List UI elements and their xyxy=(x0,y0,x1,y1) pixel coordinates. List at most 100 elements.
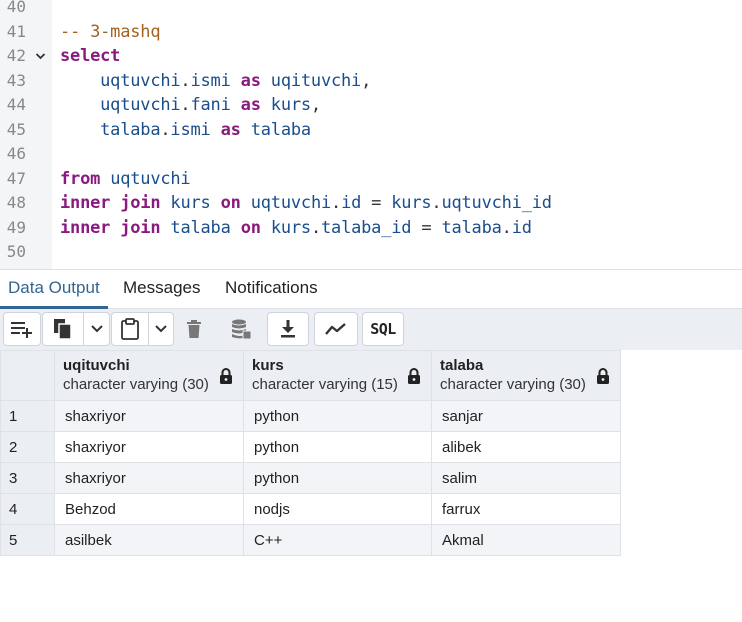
table-cell[interactable]: Akmal xyxy=(431,524,621,556)
code-line[interactable]: 43 uqtuvchi.ismi as uqituvchi, xyxy=(0,69,742,94)
copy-icon xyxy=(53,318,73,340)
chevron-down-icon xyxy=(154,324,168,334)
row-number[interactable]: 4 xyxy=(0,493,55,525)
code-text: talaba.ismi as talaba xyxy=(60,118,311,143)
tab-messages[interactable]: Messages xyxy=(115,270,208,309)
graph-icon xyxy=(324,321,348,337)
code-token: talaba xyxy=(250,119,311,140)
tab-notifications[interactable]: Notifications xyxy=(217,270,326,309)
download-button[interactable] xyxy=(268,313,308,345)
code-token: inner xyxy=(60,193,111,213)
code-line[interactable]: 48 inner join kurs on uqtuvchi.id = kurs.… xyxy=(0,191,742,216)
sql-group: SQL xyxy=(362,312,404,346)
add-row-button[interactable] xyxy=(4,313,40,345)
code-line[interactable]: 47 from uqtuvchi xyxy=(0,167,742,192)
fold-chevron-icon[interactable] xyxy=(33,44,47,69)
line-number: 43 xyxy=(6,70,26,90)
code-token: as xyxy=(240,95,261,115)
table-cell[interactable]: alibek xyxy=(431,431,621,463)
add-row-group xyxy=(3,312,41,346)
table-cell[interactable]: python xyxy=(243,400,432,432)
code-line[interactable]: 42 select xyxy=(0,44,742,69)
table-row[interactable]: 3 shaxriyor python salim xyxy=(0,462,621,494)
tab-data-output[interactable]: Data Output xyxy=(0,270,108,309)
result-grid[interactable]: uqituvchi character varying (30) kurs ch… xyxy=(0,350,621,556)
row-number-header[interactable] xyxy=(0,350,55,401)
grid-header-row: uqituvchi character varying (30) kurs ch… xyxy=(0,350,621,401)
code-line[interactable]: 45 talaba.ismi as talaba xyxy=(0,118,742,143)
table-cell[interactable]: nodjs xyxy=(243,493,432,525)
code-text: uqtuvchi.fani as kurs, xyxy=(60,93,321,118)
code-line[interactable]: 50 xyxy=(0,240,742,265)
row-number[interactable]: 3 xyxy=(0,462,55,494)
column-type: character varying (30) xyxy=(440,376,586,393)
code-line[interactable]: 41 -- 3-mashq xyxy=(0,20,742,45)
table-cell[interactable]: shaxriyor xyxy=(54,431,244,463)
table-cell[interactable]: C++ xyxy=(243,524,432,556)
column-header-uqituvchi[interactable]: uqituvchi character varying (30) xyxy=(54,350,244,401)
data-output-toolbar: SQL xyxy=(0,309,742,350)
table-cell[interactable]: shaxriyor xyxy=(54,462,244,494)
paste-icon xyxy=(120,318,140,340)
sql-icon: SQL xyxy=(370,320,396,338)
code-token: = xyxy=(361,193,392,213)
sql-editor[interactable]: 40 41 -- 3-mashq 42 select 43 uqtuvchi.ismi a… xyxy=(0,0,742,269)
code-token: id xyxy=(511,217,532,238)
row-number[interactable]: 1 xyxy=(0,400,55,432)
row-number[interactable]: 5 xyxy=(0,524,55,556)
paste-group xyxy=(111,312,174,346)
code-token: join xyxy=(120,217,161,238)
table-row[interactable]: 4 Behzod nodjs farrux xyxy=(0,493,621,525)
code-token: on xyxy=(240,217,261,238)
code-line[interactable]: 40 xyxy=(0,0,742,20)
table-cell[interactable]: sanjar xyxy=(431,400,621,432)
line-number: 44 xyxy=(6,95,26,114)
table-cell[interactable]: shaxriyor xyxy=(54,400,244,432)
table-cell[interactable]: python xyxy=(243,431,432,463)
paste-button[interactable] xyxy=(112,313,148,345)
table-row[interactable]: 5 asilbek C++ Akmal xyxy=(0,524,621,556)
code-token: uqtuvchi xyxy=(100,95,181,115)
code-line[interactable]: 49 inner join talaba on kurs.talaba_id = … xyxy=(0,216,742,241)
table-cell[interactable]: farrux xyxy=(431,493,621,525)
copy-button[interactable] xyxy=(43,313,83,345)
table-cell[interactable]: Behzod xyxy=(54,493,244,525)
table-cell[interactable]: python xyxy=(243,462,432,494)
copy-group xyxy=(42,312,110,346)
paste-options-button[interactable] xyxy=(148,313,173,345)
column-name: kurs xyxy=(252,357,284,374)
table-row[interactable]: 2 shaxriyor python alibek xyxy=(0,431,621,463)
table-cell[interactable]: salim xyxy=(431,462,621,494)
column-header-talaba[interactable]: talaba character varying (30) xyxy=(431,350,621,401)
sql-button[interactable]: SQL xyxy=(363,313,403,345)
column-type: character varying (30) xyxy=(63,376,209,393)
lock-icon xyxy=(596,368,610,390)
delete-icon xyxy=(186,319,202,339)
code-token: . xyxy=(310,217,321,238)
column-header-kurs[interactable]: kurs character varying (15) xyxy=(243,350,432,401)
table-cell[interactable]: asilbek xyxy=(54,524,244,556)
code-token: talaba xyxy=(170,217,231,238)
row-number[interactable]: 2 xyxy=(0,431,55,463)
table-row[interactable]: 1 shaxriyor python sanjar xyxy=(0,400,621,432)
code-token: uqtuvchi xyxy=(100,70,181,91)
line-number: 42 xyxy=(6,46,26,65)
code-text: from uqtuvchi xyxy=(60,167,191,192)
code-line[interactable]: 46 xyxy=(0,142,742,167)
copy-options-button[interactable] xyxy=(83,313,109,345)
code-token: talaba xyxy=(441,217,502,238)
code-line[interactable]: 44 uqtuvchi.fani as kurs, xyxy=(0,93,742,118)
delete-button[interactable] xyxy=(176,313,212,345)
lock-icon xyxy=(407,368,421,390)
graph-visualiser-button[interactable] xyxy=(315,313,357,345)
save-data-button[interactable] xyxy=(221,313,261,345)
code-token: uqituvchi xyxy=(270,70,362,91)
